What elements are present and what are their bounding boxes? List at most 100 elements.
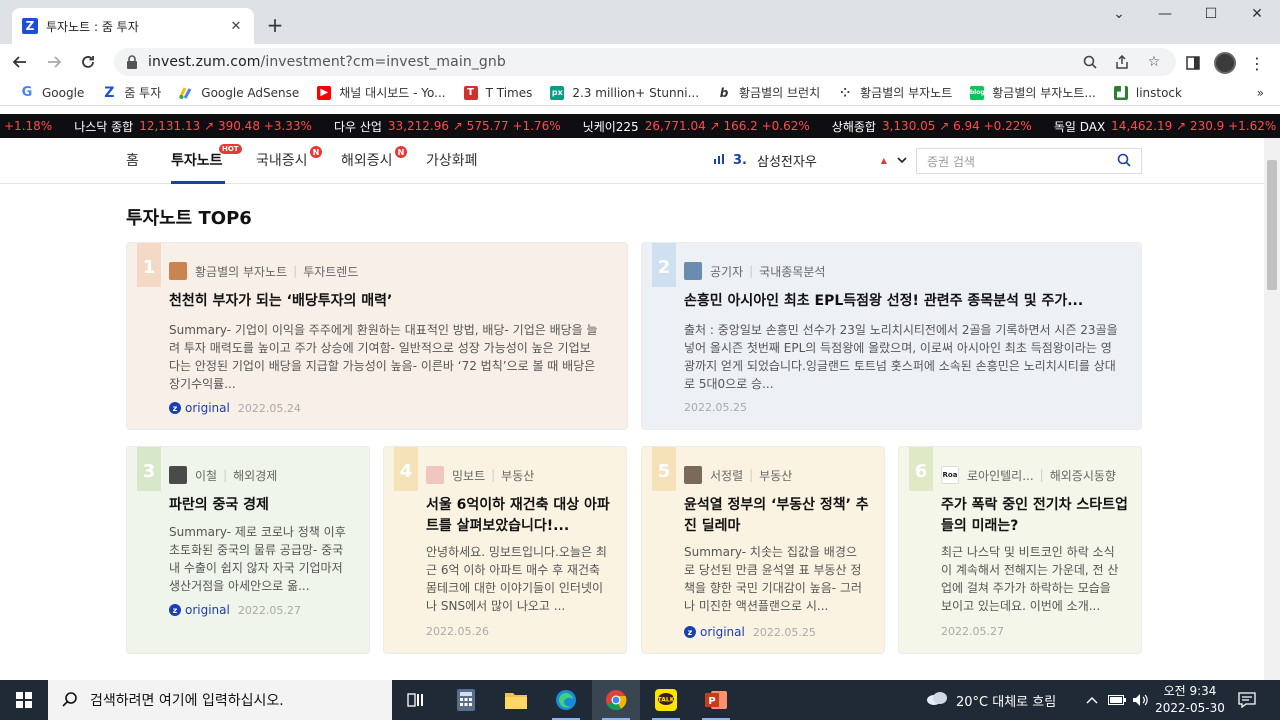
card-author[interactable]: 밍보트 | 부동산 — [426, 466, 534, 484]
bookmarks-overflow-icon[interactable]: » — [1257, 86, 1264, 100]
maximize-button[interactable]: ☐ — [1196, 6, 1226, 22]
new-tab-button[interactable]: + — [264, 14, 286, 36]
card-author[interactable]: 이철 | 해외경제 — [169, 466, 277, 484]
address-bar[interactable]: invest.zum.com/investment?cm=invest_main… — [114, 48, 1176, 76]
notifications-icon[interactable] — [1238, 680, 1256, 720]
cloud-icon — [926, 690, 948, 710]
card-date: 2022.05.27 — [941, 625, 1004, 638]
chrome-browser-icon[interactable] — [592, 680, 640, 720]
card-title[interactable]: 손흥민 아시아인 최초 EPL득점왕 선정! 관련주 종목분석 및 주가... — [684, 291, 1124, 312]
card-title[interactable]: 윤석열 정부의 ‘부동산 정책’ 추진 딜레마 — [684, 495, 874, 537]
bookmark-item[interactable]: Z 줌 투자 — [102, 84, 161, 101]
chevron-down-icon[interactable] — [897, 153, 907, 168]
side-panel-icon[interactable] — [1182, 52, 1204, 74]
card-date: 2022.05.26 — [426, 625, 489, 638]
windows-start-icon[interactable] — [0, 680, 48, 720]
note-card[interactable]: 1 황금별의 부자노트 | 투자트렌드 천천히 부자가 되는 ‘배당투자의 매력’ Sum… — [126, 242, 628, 430]
page-scrollbar[interactable] — [1264, 138, 1280, 680]
back-icon[interactable] — [10, 52, 30, 72]
zoom-search-icon[interactable] — [1080, 52, 1100, 72]
bookmark-item[interactable]: ▟ linstock — [1113, 85, 1182, 100]
ticker-item[interactable]: 닛케이225 26,771.04 ↗ 166.2 +0.62% — [583, 118, 810, 135]
ticker-item[interactable]: 나스닥 종합 12,131.13 ↗ 390.48 +3.33% — [74, 118, 312, 135]
svg-text:P: P — [708, 696, 715, 707]
card-meta: 2022.05.25 — [684, 401, 747, 414]
ticker-item[interactable]: 독일 DAX 14,462.19 ↗ 230.9 +1.62% — [1054, 118, 1276, 135]
profile-avatar[interactable] — [1214, 52, 1236, 74]
nav-home[interactable]: 홈 — [126, 150, 139, 170]
bookmark-item[interactable]: T T Times — [463, 85, 532, 100]
file-explorer-icon[interactable] — [492, 680, 540, 720]
taskbar-search-input[interactable]: 검색하려면 여기에 입력하십시오. — [48, 680, 392, 720]
nav-crypto[interactable]: 가상화폐 — [426, 150, 478, 170]
card-author[interactable]: Roa 로아인텔리... | 해외증시동향 — [941, 466, 1116, 484]
bookmark-star-icon[interactable]: ☆ — [1144, 52, 1164, 72]
card-title[interactable]: 파란의 중국 경제 — [169, 495, 359, 516]
tab-search-icon[interactable]: ⌄ — [1104, 6, 1134, 22]
rank-tag: 3 — [137, 447, 161, 491]
nav-overseas-label: 해외증시 — [341, 153, 393, 169]
tab-close-icon[interactable]: ✕ — [228, 19, 244, 34]
close-window-button[interactable]: ✕ — [1242, 6, 1272, 22]
nav-invest-note[interactable]: 투자노트 HOT — [171, 144, 242, 170]
card-date: 2022.05.25 — [684, 401, 747, 414]
divider: | — [491, 468, 496, 482]
ticker-item[interactable]: 다우 산업 33,212.96 ↗ 575.77 +1.76% — [334, 118, 561, 135]
ticker-name: 닛케이225 — [582, 119, 639, 134]
note-card[interactable]: 6 Roa 로아인텔리... | 해외증시동향 주가 폭락 중인 전기차 스타트업들의 미… — [898, 446, 1142, 654]
weather-widget[interactable]: 20°C 대체로 흐림 — [926, 680, 1056, 720]
card-category: 해외경제 — [233, 468, 278, 483]
card-author[interactable]: 황금별의 부자노트 | 투자트렌드 — [169, 262, 358, 280]
search-icon[interactable] — [1117, 153, 1131, 170]
taskbar-clock[interactable]: 오전 9:34 2022-05-30 — [1150, 683, 1230, 717]
tray-chevron-up-icon[interactable] — [1086, 680, 1098, 720]
stock-search-input[interactable]: 증권 검색 — [916, 148, 1142, 174]
note-card[interactable]: 2 공기자 | 국내종목분석 손흥민 아시아인 최초 EPL득점왕 선정! 관련주 종목… — [641, 242, 1142, 430]
ticker-value: 33,212.96 ↗ 575.77 +1.76% — [387, 119, 561, 133]
scrollbar-thumb[interactable] — [1267, 160, 1277, 290]
note-card[interactable]: 3 이철 | 해외경제 파란의 중국 경제 Summary- 제로 코로나 정책 이후 초… — [126, 446, 370, 654]
adsense-icon — [179, 86, 193, 100]
browser-tab[interactable]: Z 투자노트 : 줌 투자 ✕ — [12, 8, 254, 44]
bookmark-item[interactable]: b 황금별의 브런치 — [717, 84, 820, 101]
bookmark-item[interactable]: G Google — [20, 85, 85, 100]
nav-overseas-market[interactable]: 해외증시 N — [341, 146, 407, 170]
volume-icon[interactable] — [1132, 680, 1148, 720]
note-card[interactable]: 5 서정렬 | 부동산 윤석열 정부의 ‘부동산 정책’ 추진 딜레마 Summary- … — [641, 446, 885, 654]
search-icon — [62, 691, 78, 710]
card-meta: z original 2022.05.27 — [169, 603, 301, 617]
bookmark-item[interactable]: ▶ 채널 대시보드 - Yo... — [317, 84, 446, 101]
author-avatar — [426, 466, 444, 484]
card-title[interactable]: 서울 6억이하 재건축 대상 아파트를 살펴보았습니다!... — [426, 495, 616, 537]
calculator-icon[interactable] — [442, 680, 490, 720]
search-placeholder: 증권 검색 — [927, 154, 975, 169]
bookmark-item[interactable]: Google AdSense — [179, 86, 299, 100]
trending-rank[interactable]: 3. 삼성전자우 ▲ — [714, 151, 907, 170]
task-view-icon[interactable] — [392, 680, 440, 720]
author-name: 이철 — [195, 468, 218, 483]
card-author[interactable]: 서정렬 | 부동산 — [684, 466, 792, 484]
forward-icon[interactable] — [44, 52, 64, 72]
new-badge: N — [395, 146, 407, 158]
reload-icon[interactable] — [78, 52, 98, 72]
card-title[interactable]: 주가 폭락 중인 전기차 스타트업들의 미래는? — [941, 495, 1131, 537]
ticker-item[interactable]: 상해종합 3,130.05 ↗ 6.94 +0.22% — [832, 118, 1032, 135]
card-title[interactable]: 천천히 부자가 되는 ‘배당투자의 매력’ — [169, 291, 609, 312]
card-author[interactable]: 공기자 | 국내종목분석 — [684, 262, 825, 280]
bookmark-item[interactable]: px 2.3 million+ Stunni... — [550, 85, 699, 100]
powerpoint-icon[interactable]: P — [692, 680, 740, 720]
divider: | — [293, 264, 298, 278]
card-summary: 최근 나스닥 및 비트코인 하락 소식이 계속해서 전해지는 가운데, 전 산업… — [941, 545, 1119, 613]
edge-browser-icon[interactable] — [542, 680, 590, 720]
nav-domestic-market[interactable]: 국내증시 N — [256, 146, 322, 170]
share-icon[interactable] — [1112, 52, 1132, 72]
ticker-item[interactable]: +1.18% — [4, 119, 52, 133]
bookmark-item[interactable]: ⁘ 황금별의 부자노트 — [838, 84, 952, 101]
note-card[interactable]: 4 밍보트 | 부동산 서울 6억이하 재건축 대상 아파트를 살펴보았습니다!... 안… — [383, 446, 627, 654]
kakaotalk-icon[interactable]: TALK — [642, 680, 690, 720]
divider: | — [749, 468, 754, 482]
menu-kebab-icon[interactable]: ⋮ — [1246, 52, 1268, 74]
minimize-button[interactable]: — — [1150, 6, 1180, 22]
bookmark-item[interactable]: blog 황금별의 부자노트... — [970, 84, 1096, 101]
battery-icon[interactable] — [1108, 680, 1126, 720]
